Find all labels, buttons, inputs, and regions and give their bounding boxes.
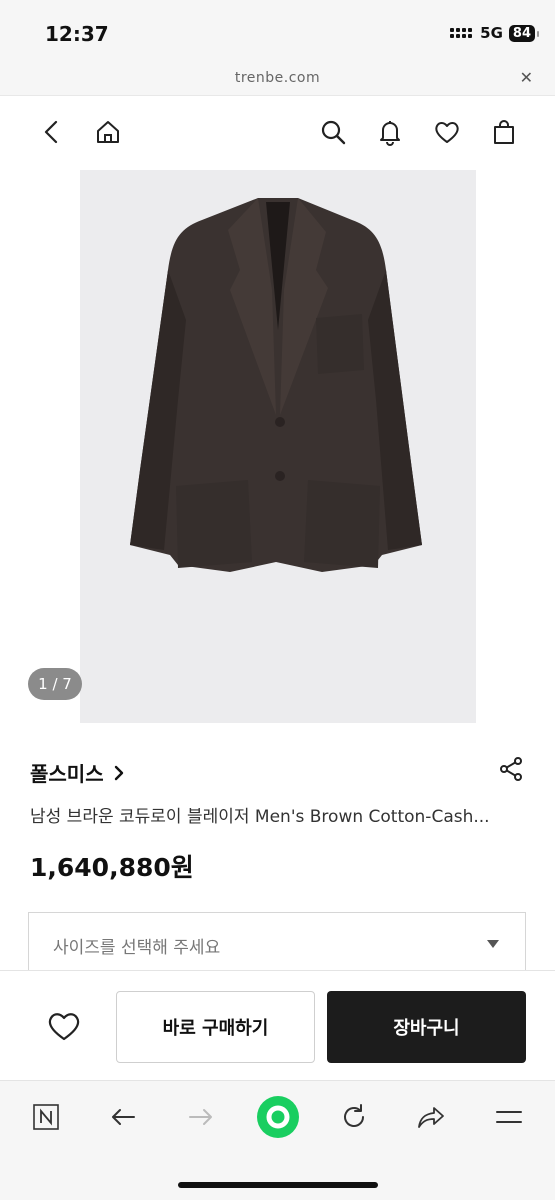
forward-arrow-icon [183, 1099, 219, 1135]
url-bar[interactable]: trenbe.com ✕ [0, 62, 555, 96]
brand-name[interactable]: 폴스미스 [30, 758, 104, 787]
status-bar: 12:37 5G 84 [0, 0, 555, 62]
buy-now-button[interactable]: 바로 구매하기 [116, 991, 315, 1063]
share-arrow-icon[interactable] [413, 1099, 449, 1135]
menu-icon[interactable] [491, 1099, 527, 1135]
product-price: 1,640,880원 [30, 853, 194, 882]
chevron-right-icon [114, 765, 123, 780]
green-dot-icon[interactable] [256, 1095, 300, 1139]
status-indicators: 5G 84 [450, 24, 540, 42]
shopping-bag-icon[interactable] [488, 116, 520, 148]
signal-icon [450, 28, 473, 38]
bell-icon[interactable] [374, 116, 406, 148]
share-icon[interactable] [497, 755, 525, 783]
image-counter: 1 / 7 [28, 668, 82, 700]
nav-header [0, 96, 555, 168]
caret-down-icon [487, 940, 499, 948]
purchase-bar: 바로 구매하기 장바구니 [0, 970, 555, 1080]
product-image[interactable]: 1 / 7 [28, 170, 476, 723]
size-select[interactable]: 사이즈를 선택해 주세요 [28, 912, 526, 976]
home-icon[interactable] [92, 116, 124, 148]
blazer-illustration [130, 198, 422, 572]
status-time: 12:37 [45, 22, 109, 46]
product-title: 남성 브라운 코듀로이 블레이저 Men's Brown Cotton-Cash… [30, 807, 490, 827]
search-icon[interactable] [317, 116, 349, 148]
wishlist-heart-icon[interactable] [46, 1009, 82, 1043]
size-select-placeholder: 사이즈를 선택해 주세요 [53, 938, 221, 958]
battery-icon: 84 [508, 24, 540, 42]
network-label: 5G [480, 24, 503, 42]
home-indicator [178, 1182, 378, 1188]
heart-icon[interactable] [431, 116, 463, 148]
add-to-cart-button[interactable]: 장바구니 [327, 991, 526, 1063]
url-text[interactable]: trenbe.com [0, 70, 555, 86]
browser-toolbar [0, 1080, 555, 1200]
back-icon[interactable] [36, 116, 68, 148]
naver-n-icon[interactable] [28, 1099, 64, 1135]
close-icon[interactable]: ✕ [520, 68, 533, 87]
refresh-icon[interactable] [336, 1099, 372, 1135]
brand-link[interactable]: 폴스미스 [30, 758, 126, 787]
back-arrow-icon[interactable] [105, 1099, 141, 1135]
